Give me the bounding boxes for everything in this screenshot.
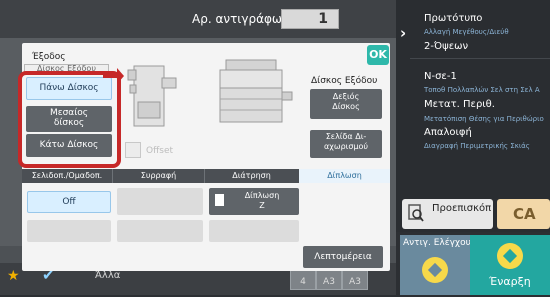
setting-margin-shift-sub: Μετατόπιση Θέσης για Περιθώριο (424, 115, 544, 123)
copies-label: Αρ. αντιγράφων (192, 12, 289, 26)
fold-option-disabled (209, 220, 299, 242)
other-label[interactable]: Άλλα (95, 270, 120, 281)
copies-field[interactable]: 1 (281, 9, 339, 29)
z-fold-label-2: Z (259, 200, 265, 210)
middle-tray-button[interactable]: Μεσαίος δίσκος (26, 106, 112, 132)
right-tray-button[interactable]: Δεξιός Δίσκος (310, 89, 382, 119)
setting-erase-sub: Διαγραφή Περιμετρικής Σκιάς (424, 142, 530, 150)
setting-n-up[interactable]: N-σε-1 (424, 71, 457, 82)
z-fold-icon (215, 194, 224, 206)
fold-option-disabled (117, 188, 203, 215)
setting-n-up-sub: Τοποθ Πολλαπλών Σελ στη Σελ Α (424, 86, 540, 94)
offset-label: Offset (146, 146, 174, 156)
start-label: Έναρξη (489, 275, 531, 288)
tab-punch[interactable]: Διάτρηση (205, 169, 298, 183)
z-fold-label-1: Δίπλωση (244, 191, 280, 200)
tab-staple[interactable]: Συρραφή (113, 169, 204, 183)
fold-option-disabled (117, 220, 203, 242)
details-button[interactable]: Λεπτομέρεια (303, 246, 383, 268)
ok-button[interactable]: OK (367, 45, 389, 65)
tab-fold[interactable]: Δίπλωση (299, 169, 390, 183)
middle-tray-label-2: δίσκος (53, 118, 85, 128)
setting-duplex[interactable]: 2-Όψεων (424, 41, 468, 52)
right-tray-label-1: Δεξιός (332, 92, 360, 101)
output-tray-label: Δίσκος Εξόδου (311, 76, 378, 86)
start-icon (497, 243, 523, 269)
chevron-right-icon[interactable]: › (400, 24, 406, 42)
dialog-title: Έξοδος (32, 52, 66, 62)
fold-off-button[interactable]: Off (27, 191, 111, 213)
right-tray-label-2: Δίσκος (332, 102, 360, 111)
z-fold-label: Δίπλωση Z (232, 191, 292, 210)
offset-checkbox[interactable] (125, 142, 141, 158)
copier-illustration (219, 59, 293, 123)
separator-label-1: Σελίδα Δι- (325, 132, 367, 141)
preview-icon (408, 204, 424, 222)
setting-erase[interactable]: Απαλοιφή (424, 127, 472, 138)
setting-margin-shift[interactable]: Μετατ. Περιθ. (424, 99, 495, 110)
setting-original[interactable]: Πρωτότυπο (424, 13, 482, 24)
proof-start-icon (422, 257, 448, 283)
fold-option-disabled (27, 220, 111, 242)
separator-label-2: αχωρισμού (323, 142, 369, 151)
divider (410, 58, 550, 59)
clear-all-label: CA (513, 205, 536, 223)
proof-copy-label: Αντιγ. Ελέγχου (403, 238, 471, 248)
upper-tray-button[interactable]: Πάνω Δίσκος (26, 77, 112, 100)
arrow-icon (103, 68, 124, 84)
preview-label: Προεπισκόπ (432, 203, 492, 214)
tab-sort-group[interactable]: Σελιδοπ./Ομαδοπ. (22, 169, 112, 183)
setting-original-sub: Αλλαγή Μεγέθους/Διεύθ (424, 28, 509, 36)
lower-tray-button[interactable]: Κάτω Δίσκος (26, 134, 112, 157)
separator-page-button[interactable]: Σελίδα Δι- αχωρισμού (310, 130, 382, 158)
finisher-illustration (127, 65, 177, 127)
favorite-star-icon[interactable]: ★ (7, 268, 20, 284)
